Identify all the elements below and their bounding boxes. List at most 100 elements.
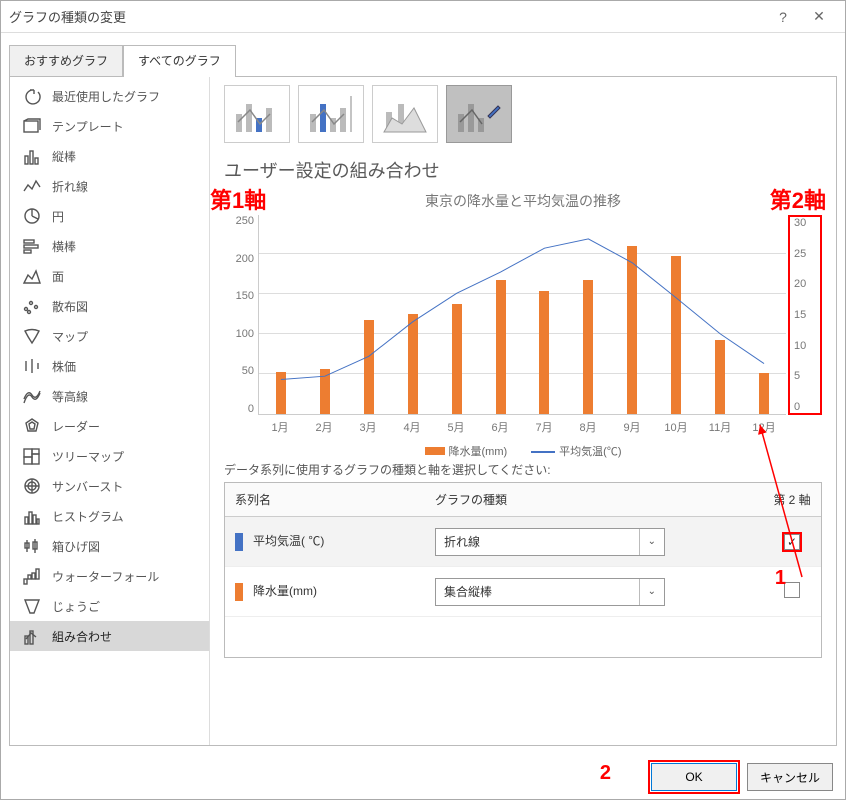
- legend-item-2: 平均気温(℃): [531, 443, 621, 459]
- category-icon: [22, 477, 42, 495]
- category-icon: [22, 267, 42, 285]
- sidebar-item-6[interactable]: 面: [10, 261, 209, 291]
- series-type-1: 集合縦棒⌄: [425, 570, 763, 614]
- category-icon: [22, 507, 42, 525]
- sidebar-item-label: 面: [52, 268, 64, 285]
- sidebar-item-label: 折れ線: [52, 178, 88, 195]
- combo-thumb-3[interactable]: [372, 85, 438, 143]
- category-icon: [22, 387, 42, 405]
- category-icon: [22, 207, 42, 225]
- sidebar-item-17[interactable]: じょうご: [10, 591, 209, 621]
- sidebar-item-4[interactable]: 円: [10, 201, 209, 231]
- category-icon: [22, 567, 42, 585]
- sidebar-item-label: サンバースト: [52, 478, 123, 495]
- sidebar-item-12[interactable]: ツリーマップ: [10, 441, 209, 471]
- x-axis: 1月2月3月4月5月6月7月8月9月10月11月12月: [258, 415, 786, 435]
- sidebar-item-label: じょうご: [52, 598, 100, 615]
- series-name-0: 平均気温( ℃): [225, 524, 425, 559]
- sidebar-item-11[interactable]: レーダー: [10, 411, 209, 441]
- series-axis2-1: [763, 574, 821, 609]
- secondary-axis-checkbox-1[interactable]: [784, 582, 800, 598]
- category-icon: [22, 627, 42, 645]
- sidebar-item-13[interactable]: サンバースト: [10, 471, 209, 501]
- series-row-0: 平均気温( ℃) 折れ線⌄ ✓: [225, 517, 821, 567]
- sidebar-item-18[interactable]: 組み合わせ: [10, 621, 209, 651]
- sidebar-item-label: 縦棒: [52, 148, 76, 165]
- combo-subtype-thumbs: [224, 85, 822, 143]
- category-icon: [22, 537, 42, 555]
- sidebar-item-15[interactable]: 箱ひげ図: [10, 531, 209, 561]
- main-panel: ユーザー設定の組み合わせ 第1軸 第2軸 東京の降水量と平均気温の推移 2502…: [210, 77, 836, 745]
- category-icon: [22, 87, 42, 105]
- sidebar-item-label: 組み合わせ: [52, 628, 112, 645]
- sidebar-item-label: ヒストグラム: [52, 508, 124, 525]
- chevron-down-icon: ⌄: [639, 579, 656, 605]
- sidebar-item-8[interactable]: マップ: [10, 321, 209, 351]
- combo-thumb-custom[interactable]: [446, 85, 512, 143]
- help-button[interactable]: ?: [765, 3, 801, 31]
- ok-button[interactable]: OK: [651, 763, 737, 791]
- sidebar-item-10[interactable]: 等高線: [10, 381, 209, 411]
- series-panel-label: データ系列に使用するグラフの種類と軸を選択してください:: [224, 461, 822, 478]
- secondary-axis-checkbox-0[interactable]: ✓: [784, 534, 800, 550]
- chart-area: 250200150100500 302520151050: [224, 215, 822, 415]
- chevron-down-icon: ⌄: [639, 529, 656, 555]
- chart-category-sidebar: 最近使用したグラフテンプレート縦棒折れ線円横棒面散布図マップ株価等高線レーダーツ…: [10, 77, 210, 745]
- sidebar-item-2[interactable]: 縦棒: [10, 141, 209, 171]
- sidebar-item-label: 最近使用したグラフ: [52, 88, 160, 105]
- category-icon: [22, 297, 42, 315]
- change-chart-type-dialog: グラフの種類の変更 ? ✕ おすすめグラフ すべてのグラフ 最近使用したグラフテ…: [0, 0, 846, 800]
- sidebar-item-16[interactable]: ウォーターフォール: [10, 561, 209, 591]
- series-swatch-icon: [235, 533, 243, 551]
- secondary-y-axis: 302520151050: [788, 215, 822, 415]
- category-icon: [22, 177, 42, 195]
- series-table: 系列名 グラフの種類 第 2 軸 平均気温( ℃) 折れ線⌄ ✓ 降水量(mm): [224, 482, 822, 658]
- chart-type-dropdown-0[interactable]: 折れ線⌄: [435, 528, 665, 556]
- category-icon: [22, 147, 42, 165]
- sidebar-item-label: 株価: [52, 358, 76, 375]
- chart-preview: 東京の降水量と平均気温の推移 250200150100500 302520151…: [224, 191, 822, 451]
- tabs: おすすめグラフ すべてのグラフ: [1, 33, 845, 77]
- sidebar-item-1[interactable]: テンプレート: [10, 111, 209, 141]
- sidebar-item-3[interactable]: 折れ線: [10, 171, 209, 201]
- series-axis2-0: ✓: [763, 526, 821, 558]
- sidebar-item-label: ツリーマップ: [52, 448, 124, 465]
- sidebar-item-label: 円: [52, 208, 64, 225]
- combo-thumb-1[interactable]: [224, 85, 290, 143]
- head-axis2: 第 2 軸: [763, 483, 821, 516]
- line-swatch-icon: [531, 451, 555, 453]
- combo-thumb-2[interactable]: [298, 85, 364, 143]
- callout-1: 1: [775, 567, 786, 590]
- tab-recommended[interactable]: おすすめグラフ: [9, 45, 123, 77]
- bar-swatch-icon: [425, 447, 445, 455]
- callout-2: 2: [600, 762, 611, 785]
- chart-type-dropdown-1[interactable]: 集合縦棒⌄: [435, 578, 665, 606]
- sidebar-item-14[interactable]: ヒストグラム: [10, 501, 209, 531]
- sidebar-item-label: 箱ひげ図: [52, 538, 100, 555]
- titlebar: グラフの種類の変更 ? ✕: [1, 1, 845, 33]
- legend: 降水量(mm) 平均気温(℃): [224, 443, 822, 459]
- tab-body: 最近使用したグラフテンプレート縦棒折れ線円横棒面散布図マップ株価等高線レーダーツ…: [9, 76, 837, 746]
- sidebar-item-label: マップ: [52, 328, 88, 345]
- preview-heading: ユーザー設定の組み合わせ: [224, 157, 822, 183]
- category-icon: [22, 117, 42, 135]
- sidebar-item-label: 等高線: [52, 388, 88, 405]
- tab-all[interactable]: すべてのグラフ: [123, 45, 236, 77]
- series-row-1: 降水量(mm) 集合縦棒⌄: [225, 567, 821, 617]
- sidebar-item-label: 横棒: [52, 238, 76, 255]
- dialog-title: グラフの種類の変更: [9, 7, 765, 26]
- series-name-1: 降水量(mm): [225, 574, 425, 609]
- cancel-button[interactable]: キャンセル: [747, 763, 833, 791]
- sidebar-item-label: テンプレート: [52, 118, 124, 135]
- sidebar-item-label: ウォーターフォール: [52, 568, 159, 585]
- sidebar-item-0[interactable]: 最近使用したグラフ: [10, 81, 209, 111]
- head-chart-type: グラフの種類: [425, 483, 763, 516]
- sidebar-item-5[interactable]: 横棒: [10, 231, 209, 261]
- category-icon: [22, 417, 42, 435]
- close-button[interactable]: ✕: [801, 3, 837, 31]
- sidebar-item-7[interactable]: 散布図: [10, 291, 209, 321]
- dialog-footer: OK キャンセル: [651, 763, 833, 791]
- category-icon: [22, 447, 42, 465]
- sidebar-item-9[interactable]: 株価: [10, 351, 209, 381]
- sidebar-item-label: レーダー: [52, 418, 100, 435]
